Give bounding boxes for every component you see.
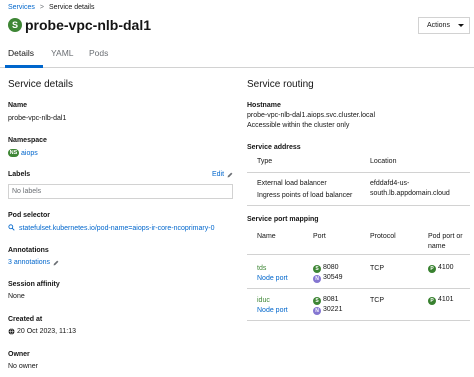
namespace-badge: NS xyxy=(8,149,19,157)
owner-value: No owner xyxy=(8,363,38,370)
port-col-pod-port-line1: Pod port or xyxy=(428,233,463,240)
port-name-link[interactable]: tds xyxy=(257,265,266,272)
divider xyxy=(247,172,470,173)
service-port-cell: S 8080 xyxy=(313,264,339,273)
service-port-value: 8080 xyxy=(323,264,339,271)
session-affinity-label: Session affinity xyxy=(8,281,60,288)
pod-selector-row: statefulset.kubernetes.io/pod-name=aiops… xyxy=(8,224,214,232)
service-port-cell: S 8081 xyxy=(313,296,339,305)
namespace-link[interactable]: aiops xyxy=(21,150,38,157)
service-port-mapping-label: Service port mapping xyxy=(247,216,319,223)
service-port-badge: S xyxy=(313,265,321,273)
session-affinity-value: None xyxy=(8,293,25,300)
hostname-label: Hostname xyxy=(247,102,281,109)
pencil-icon xyxy=(53,260,59,265)
service-port-badge: S xyxy=(313,297,321,305)
port-col-protocol: Protocol xyxy=(370,233,396,240)
divider xyxy=(247,288,470,289)
created-at-row: 20 Oct 2023, 11:13 xyxy=(8,328,76,335)
pencil-icon xyxy=(227,172,233,177)
labels-label: Labels xyxy=(8,171,31,178)
address-col-type: Type xyxy=(257,158,273,165)
breadcrumb: Services > Service details xyxy=(8,4,94,11)
name-value: probe-vpc-nlb-dal1 xyxy=(8,115,67,122)
divider xyxy=(247,254,470,255)
pod-selector-label: Pod selector xyxy=(8,212,51,219)
pod-port-badge: P xyxy=(428,297,436,305)
node-port-badge: N xyxy=(313,307,321,315)
tab-details[interactable]: Details xyxy=(8,48,34,58)
node-port-link[interactable]: Node port xyxy=(257,275,288,282)
hostname-value: probe-vpc-nlb-dal1.aiops.svc.cluster.loc… xyxy=(247,112,376,119)
port-name-link[interactable]: iduc xyxy=(257,297,270,304)
globe-icon xyxy=(8,328,15,335)
node-port-cell: N 30549 xyxy=(313,274,342,283)
page-header: S probe-vpc-nlb-dal1 xyxy=(8,17,151,33)
port-col-pod-port-line2: name xyxy=(428,243,446,250)
node-port-badge: N xyxy=(313,275,321,283)
pod-port-cell: P 4101 xyxy=(428,296,454,305)
address-row-location-line2: south.lb.appdomain.cloud xyxy=(370,190,450,197)
page-title: probe-vpc-nlb-dal1 xyxy=(25,17,152,33)
created-at-value: 20 Oct 2023, 11:13 xyxy=(17,328,77,335)
divider xyxy=(247,205,470,206)
node-port-value: 30549 xyxy=(323,274,343,281)
pod-port-value: 4100 xyxy=(438,264,454,271)
chevron-down-icon xyxy=(458,24,464,27)
breadcrumb-separator: > xyxy=(39,4,44,11)
node-port-value: 30221 xyxy=(323,306,343,313)
protocol-value: TCP xyxy=(370,297,384,304)
hostname-note: Accessible within the cluster only xyxy=(247,122,350,129)
pod-port-cell: P 4100 xyxy=(428,264,454,273)
port-col-port: Port xyxy=(313,233,326,240)
labels-box: No labels xyxy=(8,184,233,199)
pod-port-badge: P xyxy=(428,265,436,273)
tab-bar: Details YAML Pods xyxy=(0,44,474,68)
node-port-cell: N 30221 xyxy=(313,306,342,315)
address-col-location: Location xyxy=(370,158,397,165)
pod-port-value: 4101 xyxy=(438,296,454,303)
service-resource-badge: S xyxy=(8,18,22,32)
service-address-label: Service address xyxy=(247,144,301,151)
owner-label: Owner xyxy=(8,351,30,358)
breadcrumb-services-link[interactable]: Services xyxy=(8,4,35,11)
service-routing-heading: Service routing xyxy=(247,79,314,90)
annotations-link[interactable]: 3 annotations xyxy=(8,259,50,266)
node-port-link[interactable]: Node port xyxy=(257,307,288,314)
actions-dropdown[interactable]: Actions xyxy=(418,17,470,34)
name-label: Name xyxy=(8,102,28,109)
namespace-label: Namespace xyxy=(8,137,47,144)
created-at-label: Created at xyxy=(8,316,43,323)
address-row-type: Ingress points of load balancer xyxy=(257,192,353,199)
labels-edit-label: Edit xyxy=(212,171,225,178)
labels-value: No labels xyxy=(12,188,42,195)
divider xyxy=(247,320,470,321)
service-port-value: 8081 xyxy=(323,296,339,303)
annotations-label: Annotations xyxy=(8,247,49,254)
labels-edit-button[interactable]: Edit xyxy=(212,171,233,178)
address-row-location-line1: efddafd4-us- xyxy=(370,180,410,187)
pod-selector-link[interactable]: statefulset.kubernetes.io/pod-name=aiops… xyxy=(19,225,215,232)
tab-yaml[interactable]: YAML xyxy=(51,48,74,58)
annotations-row[interactable]: 3 annotations xyxy=(8,259,59,266)
address-row-type: External load balancer xyxy=(257,180,327,187)
search-list-icon xyxy=(8,224,15,231)
service-details-heading: Service details xyxy=(8,79,74,90)
port-col-name: Name xyxy=(257,233,276,240)
protocol-value: TCP xyxy=(370,265,384,272)
active-tab-indicator xyxy=(5,65,43,68)
tab-pods[interactable]: Pods xyxy=(89,48,108,58)
actions-label: Actions xyxy=(427,22,450,29)
namespace-value-row: NS aiops xyxy=(8,149,38,157)
breadcrumb-current: Service details xyxy=(48,4,95,11)
